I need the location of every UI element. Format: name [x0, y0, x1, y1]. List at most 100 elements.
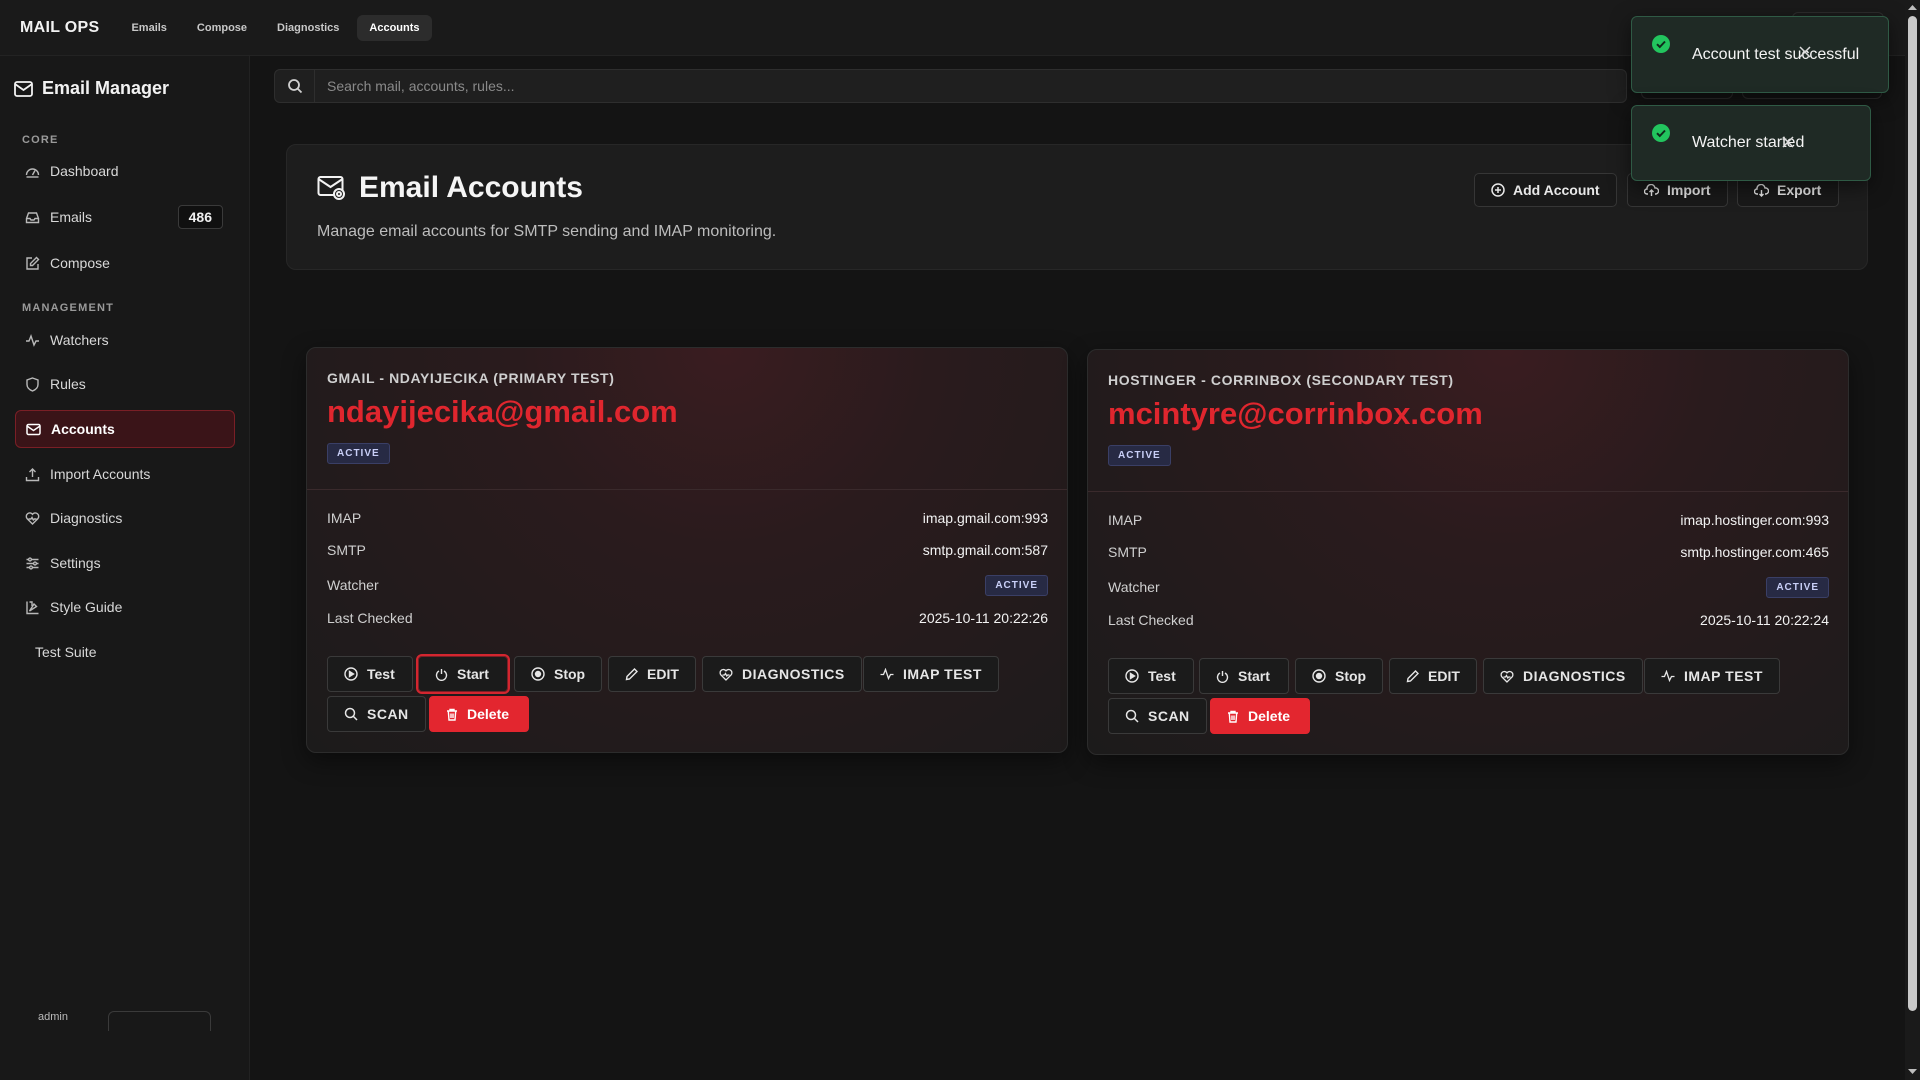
smtp-label: SMTP — [327, 542, 366, 558]
heart-pulse-icon — [1500, 670, 1514, 683]
dashboard-icon — [25, 164, 40, 179]
sidebar-item-diagnostics[interactable]: Diagnostics — [15, 499, 235, 537]
test-label: Test — [367, 666, 395, 682]
sliders-icon — [25, 556, 40, 571]
cloud-download-icon — [1754, 183, 1769, 197]
watcher-label: Watcher — [1108, 579, 1160, 595]
imap-label: IMAP — [1108, 512, 1143, 528]
top-nav: Emails Compose Diagnostics Accounts — [119, 14, 432, 41]
scan-label: SCAN — [367, 706, 409, 722]
diagnostics-button[interactable]: DIAGNOSTICS — [702, 656, 862, 692]
delete-button[interactable]: Delete — [1210, 698, 1310, 734]
imap-row: IMAP imap.gmail.com:993 — [327, 510, 1048, 526]
plus-circle-icon — [1491, 183, 1505, 197]
test-label: Test — [1148, 668, 1176, 684]
last-checked-label: Last Checked — [327, 610, 413, 626]
scan-button[interactable]: SCAN — [327, 696, 426, 732]
start-button[interactable]: Start — [416, 654, 510, 694]
sidebar-item-watchers[interactable]: Watchers — [15, 321, 235, 359]
watcher-row: Watcher ACTIVE — [1108, 576, 1829, 598]
pencil-icon — [1406, 669, 1419, 683]
section-label-management: MANAGEMENT — [22, 302, 115, 314]
sidebar-item-compose[interactable]: Compose — [15, 244, 235, 282]
search-icon[interactable] — [275, 70, 315, 102]
top-nav-diagnostics[interactable]: Diagnostics — [265, 15, 351, 41]
scan-label: SCAN — [1148, 708, 1190, 724]
last-checked-label: Last Checked — [1108, 612, 1194, 628]
stop-label: Stop — [1335, 668, 1367, 684]
top-nav-emails[interactable]: Emails — [119, 15, 178, 41]
page-title-text: Email Accounts — [359, 171, 583, 204]
edit-button[interactable]: EDIT — [608, 656, 696, 692]
edit-label: EDIT — [647, 666, 679, 682]
stop-button[interactable]: Stop — [1295, 658, 1384, 694]
page-subtitle: Manage email accounts for SMTP sending a… — [317, 223, 777, 240]
sidebar-item-style-guide[interactable]: Style Guide — [15, 588, 235, 626]
toast-watcher-started: Watcher started — [1631, 105, 1871, 181]
test-button[interactable]: Test — [327, 656, 413, 692]
sidebar-item-label: Accounts — [51, 421, 115, 437]
sidebar-item-dashboard[interactable]: Dashboard — [15, 152, 235, 190]
sidebar-item-label: Test Suite — [35, 644, 97, 660]
activity-icon — [25, 333, 40, 348]
top-nav-compose[interactable]: Compose — [185, 15, 259, 41]
play-circle-icon — [344, 667, 358, 681]
mail-icon — [26, 422, 41, 437]
sidebar-item-label: Compose — [50, 255, 110, 271]
cloud-upload-icon — [1644, 183, 1659, 197]
card-divider — [307, 489, 1067, 490]
page-title: Email Accounts — [317, 171, 583, 205]
activity-icon — [1661, 670, 1675, 682]
footer-username: admin — [38, 1011, 68, 1023]
edit-button[interactable]: EDIT — [1389, 658, 1477, 694]
diagnostics-label: DIAGNOSTICS — [742, 666, 845, 682]
imap-test-button[interactable]: IMAP TEST — [863, 656, 999, 692]
scan-button[interactable]: SCAN — [1108, 698, 1207, 734]
page-scrollbar[interactable] — [1905, 0, 1920, 1080]
scroll-down-icon[interactable] — [1908, 1067, 1917, 1076]
upload-icon — [25, 467, 40, 482]
sidebar-item-label: Import Accounts — [50, 466, 151, 482]
imap-test-button[interactable]: IMAP TEST — [1644, 658, 1780, 694]
search-input[interactable] — [315, 70, 1626, 102]
mail-settings-icon — [317, 174, 347, 202]
shield-icon — [25, 376, 40, 392]
check-circle-icon — [1652, 35, 1670, 53]
sidebar-item-settings[interactable]: Settings — [15, 544, 235, 582]
toast-account-test: Account test successful — [1631, 16, 1889, 93]
last-checked-row: Last Checked 2025-10-11 20:22:24 — [1108, 612, 1829, 628]
sidebar-item-accounts[interactable]: Accounts — [15, 410, 235, 448]
export-label: Export — [1777, 182, 1822, 198]
scroll-up-icon[interactable] — [1908, 3, 1917, 12]
imap-value: imap.hostinger.com:993 — [1680, 512, 1829, 528]
delete-label: Delete — [467, 706, 510, 722]
close-icon[interactable] — [1799, 46, 1811, 58]
account-label: GMAIL - NDAYIJECIKA (PRIMARY TEST) — [327, 370, 615, 386]
section-label-core: CORE — [22, 134, 59, 146]
diagnostics-button[interactable]: DIAGNOSTICS — [1483, 658, 1643, 694]
stop-button[interactable]: Stop — [514, 656, 603, 692]
stop-circle-icon — [1312, 669, 1326, 683]
start-button[interactable]: Start — [1199, 658, 1289, 694]
power-icon — [1216, 670, 1229, 683]
watcher-row: Watcher ACTIVE — [327, 574, 1048, 596]
test-button[interactable]: Test — [1108, 658, 1194, 694]
sidebar-item-label: Style Guide — [50, 599, 123, 615]
close-icon[interactable] — [1782, 136, 1794, 148]
sidebar-item-rules[interactable]: Rules — [15, 365, 235, 403]
top-nav-accounts[interactable]: Accounts — [357, 14, 432, 41]
sidebar-item-emails[interactable]: Emails 486 — [15, 198, 235, 236]
sidebar-item-label: Rules — [50, 376, 86, 392]
heart-pulse-icon — [25, 511, 40, 526]
scroll-thumb[interactable] — [1908, 16, 1917, 1011]
imap-test-label: IMAP TEST — [1684, 668, 1763, 684]
brand-logo-text[interactable]: MAIL OPS — [20, 19, 99, 37]
footer-button[interactable] — [108, 1011, 211, 1031]
delete-button[interactable]: Delete — [429, 696, 529, 732]
add-account-button[interactable]: Add Account — [1474, 173, 1617, 207]
import-label: Import — [1667, 182, 1711, 198]
last-checked-row: Last Checked 2025-10-11 20:22:26 — [327, 610, 1048, 626]
sidebar-item-import-accounts[interactable]: Import Accounts — [15, 455, 235, 493]
last-checked-value: 2025-10-11 20:22:24 — [1700, 612, 1829, 628]
sidebar-item-test-suite[interactable]: Test Suite — [15, 633, 235, 671]
